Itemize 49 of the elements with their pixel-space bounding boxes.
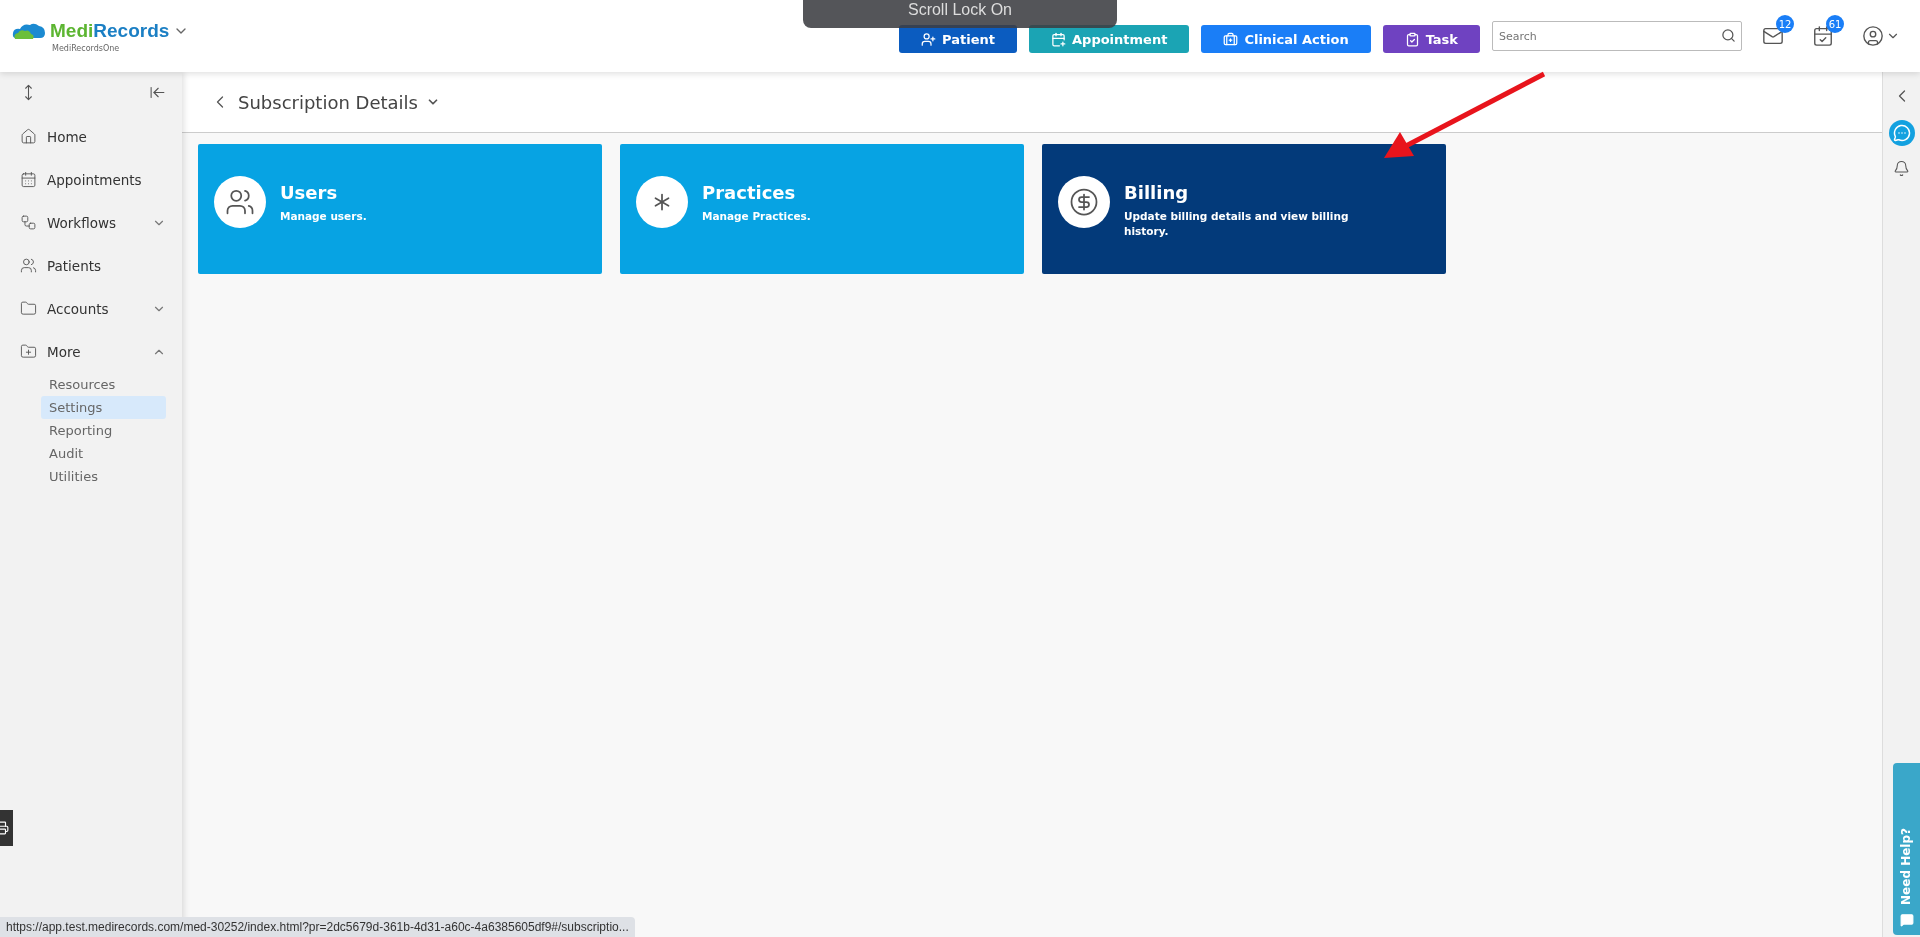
print-tab[interactable] (0, 810, 13, 846)
nav-subitem[interactable]: Audit (41, 442, 166, 465)
card-title: Users (280, 182, 339, 203)
scroll-lock-toast: Scroll Lock On (803, 0, 1117, 28)
search-field[interactable]: Search (1492, 21, 1742, 51)
home-icon (20, 128, 37, 145)
nav-item[interactable]: More (20, 330, 166, 373)
medical-kit-icon (1223, 31, 1239, 47)
nav-item[interactable]: Accounts (20, 287, 166, 330)
action-button[interactable]: Clinical Action (1201, 25, 1371, 53)
chat-button[interactable] (1888, 120, 1915, 146)
folder-icon (20, 300, 37, 317)
dollar-icon (1069, 187, 1099, 217)
count-badge: 61 (1826, 15, 1844, 33)
collapse-icon[interactable] (149, 84, 166, 101)
nav-item[interactable]: Home (20, 115, 166, 158)
brand-subtitle: MediRecordsOne (52, 43, 120, 53)
user-avatar-icon[interactable] (1862, 25, 1884, 47)
calendar-icon (20, 171, 37, 188)
card-description: Manage users. (280, 209, 367, 224)
brand-name: MediRecords (50, 19, 170, 42)
nav-subitem[interactable]: Resources (41, 373, 166, 396)
card-title: Billing (1124, 182, 1190, 203)
nav-subitem[interactable]: Utilities (41, 465, 166, 488)
status-url: https://app.test.medirecords.com/med-30252/index.html?pr=2dc5679d-361b-4d31-a60c-4a6385605df9#/subscriptio... (0, 917, 635, 937)
card-description: Manage Practices. (702, 209, 811, 224)
chat-bubble-icon (1899, 913, 1914, 927)
card-description: Update billing details and view billing history. (1124, 209, 1350, 239)
nav-subitem[interactable]: Reporting (41, 419, 166, 442)
logo-icon (12, 21, 46, 40)
nav-item[interactable]: Patients (20, 244, 166, 287)
action-button[interactable]: Task (1382, 25, 1480, 53)
calendar-plus-icon (1051, 31, 1066, 47)
users-icon (225, 187, 255, 217)
users-icon (20, 257, 37, 274)
search-icon[interactable] (1721, 28, 1736, 43)
settings-card[interactable]: Billing Update billing details and view billing history. (1042, 144, 1446, 274)
clipboard-check-icon (1404, 31, 1420, 47)
nav-subitem[interactable]: Settings (41, 396, 166, 419)
nav-item[interactable]: Workflows (20, 201, 166, 244)
folder-plus-icon (20, 343, 37, 360)
card-title: Practices (702, 182, 797, 203)
chat-icon (1892, 124, 1911, 142)
nav-item[interactable]: Appointments (20, 158, 166, 201)
count-badge: 12 (1776, 15, 1794, 33)
notification-icon[interactable] (1893, 160, 1910, 177)
user-plus-icon (921, 31, 937, 47)
page-title[interactable]: Subscription Details (238, 91, 418, 113)
workflow-icon (20, 214, 37, 231)
